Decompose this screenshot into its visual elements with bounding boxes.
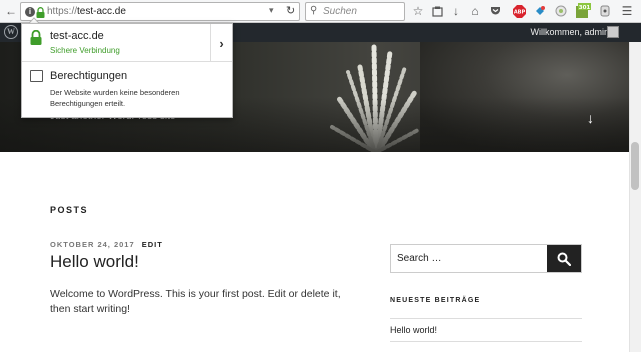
security-section[interactable]: test-acc.de Sichere Verbindung › <box>22 24 232 62</box>
url-text[interactable]: https://test-acc.de <box>47 6 126 17</box>
search-icon: ⚲ <box>310 5 318 16</box>
bookmark-star-icon[interactable]: ☆ <box>410 3 426 19</box>
permissions-icon <box>30 70 43 82</box>
scrollbar-thumb[interactable] <box>631 142 639 190</box>
extension-icon[interactable]: 301 <box>575 3 591 19</box>
extension-icon[interactable] <box>597 3 613 19</box>
identity-popup: test-acc.de Sichere Verbindung › Berecht… <box>21 23 233 118</box>
browser-toolbar: ← i https://test-acc.de ▾ ↻ ⚲ Suchen ☆ ↓… <box>0 0 641 23</box>
menu-icon[interactable]: ☰ <box>619 3 635 19</box>
chevron-down-icon[interactable]: ▾ <box>269 5 274 16</box>
permissions-title: Berechtigungen <box>50 70 128 82</box>
svg-text:ABP: ABP <box>513 9 525 15</box>
download-icon[interactable]: ↓ <box>448 3 464 19</box>
section-heading: POSTS <box>50 205 89 215</box>
extension-icon[interactable] <box>553 3 569 19</box>
connection-status: Sichere Verbindung <box>50 46 120 55</box>
chevron-right-icon[interactable]: › <box>210 24 232 62</box>
home-icon[interactable]: ⌂ <box>467 3 483 19</box>
post-body: Welcome to WordPress. This is your first… <box>50 288 341 315</box>
post-title[interactable]: Hello world! <box>50 252 139 272</box>
edit-link[interactable]: EDIT <box>142 240 163 249</box>
search-button[interactable] <box>547 245 581 272</box>
avatar[interactable] <box>607 26 619 38</box>
permissions-text: Der Website wurden keine besonderen Bere… <box>50 88 180 108</box>
lock-icon[interactable] <box>36 7 45 18</box>
reload-icon[interactable]: ↻ <box>286 4 295 17</box>
divider <box>390 318 582 319</box>
divider <box>390 341 582 342</box>
reading-list-icon[interactable] <box>429 3 445 19</box>
pocket-icon[interactable] <box>487 3 503 19</box>
arrow-down-icon[interactable]: ↓ <box>587 110 594 126</box>
search-icon <box>557 252 571 266</box>
lock-icon <box>30 30 42 45</box>
admin-greeting[interactable]: Willkommen, admin <box>530 27 609 37</box>
extension-icon[interactable] <box>532 3 548 19</box>
url-bar[interactable]: i https://test-acc.de ▾ ↻ <box>20 2 300 21</box>
search-bar[interactable]: ⚲ Suchen <box>305 2 405 21</box>
extension-badge: 301 <box>579 5 591 11</box>
wordpress-logo-icon[interactable]: W <box>4 25 18 39</box>
post-date[interactable]: OKTOBER 24, 2017 <box>50 240 135 249</box>
post-meta: OKTOBER 24, 2017 EDIT <box>50 240 163 249</box>
back-icon[interactable]: ← <box>3 3 19 19</box>
search-input-placeholder: Search … <box>397 253 442 264</box>
search-placeholder: Suchen <box>323 6 357 17</box>
scrollbar-track[interactable] <box>629 42 641 352</box>
widget-title-recent: NEUESTE BEITRÄGE <box>390 297 481 304</box>
adblock-icon[interactable]: ABP <box>511 3 527 19</box>
recent-post-link[interactable]: Hello world! <box>390 325 437 335</box>
site-host: test-acc.de <box>50 30 104 42</box>
info-icon[interactable]: i <box>25 7 35 17</box>
